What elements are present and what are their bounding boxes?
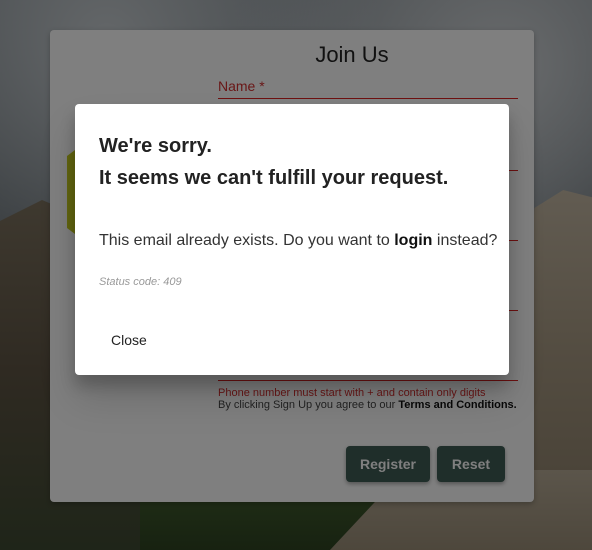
dialog-message-suffix: instead? [432, 232, 498, 249]
dialog-message-prefix: This email already exists. Do you want t… [99, 232, 395, 249]
close-button[interactable]: Close [103, 328, 163, 352]
dialog-message: This email already exists. Do you want t… [99, 232, 497, 250]
dialog-title-line1: We're sorry. [99, 135, 212, 157]
dialog-title: We're sorry. It seems we can't fulfill y… [99, 130, 489, 194]
login-link[interactable]: login [394, 232, 432, 249]
error-dialog: We're sorry. It seems we can't fulfill y… [75, 104, 509, 375]
dialog-title-line2: It seems we can't fulfill your request. [99, 167, 449, 189]
status-code: Status code: 409 [99, 276, 182, 288]
